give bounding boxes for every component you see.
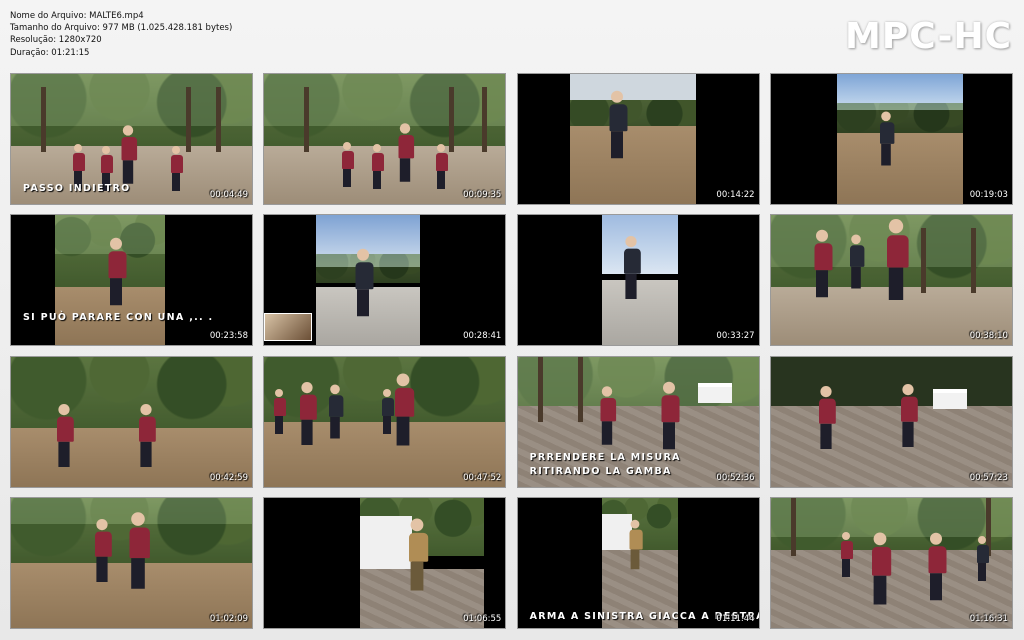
video-frame	[264, 356, 506, 487]
timestamp: 01:02:09	[209, 613, 248, 624]
timestamp: 00:14:22	[716, 190, 755, 200]
duration: Duração: 01:21:15	[10, 47, 90, 58]
timestamp: 00:23:58	[209, 331, 248, 342]
thumbnail[interactable]: SI PUÒ PARARE CON UNA ,.. . 00:23:58	[10, 214, 253, 347]
thumbnail[interactable]: ARMA A SINISTRA GIACCA A DESTRA 01:11:44	[516, 496, 760, 629]
video-frame	[569, 74, 696, 204]
thumbnail[interactable]: 00:28:41	[263, 214, 507, 347]
video-frame	[770, 215, 1012, 346]
file-name: Nome do Arquivo: MALTE6.mp4	[10, 11, 144, 21]
thumbnail[interactable]: 00:33:27	[516, 214, 760, 347]
thumbnail[interactable]: 01:02:09	[10, 496, 253, 629]
video-frame	[601, 215, 678, 346]
video-frame	[360, 497, 485, 628]
video-frame	[770, 497, 1012, 628]
video-frame	[601, 497, 678, 628]
thumbnail[interactable]: PASSO INDIETRO 00:04:49	[10, 73, 253, 205]
picture-in-picture	[264, 313, 313, 342]
thumbnail[interactable]: 00:09:35	[263, 73, 507, 205]
video-frame	[264, 74, 506, 204]
app-logo: MPC-HC	[845, 16, 1012, 57]
video-frame	[770, 356, 1012, 487]
timestamp: 01:16:31	[969, 613, 1008, 624]
thumbnail[interactable]: 00:57:23	[769, 355, 1013, 488]
thumbnail[interactable]: 01:16:31	[769, 496, 1013, 629]
timestamp: 01:11:44	[716, 613, 755, 624]
thumbnail-grid: PASSO INDIETRO 00:04:49 00:09:35 00:14:2…	[10, 73, 1013, 629]
thumbnail[interactable]: 00:42:59	[10, 355, 253, 488]
thumbnail[interactable]: 00:14:22	[516, 73, 760, 205]
thumbnail[interactable]: 00:47:52	[263, 355, 507, 488]
file-size: Tamanho do Arquivo: 977 MB (1.025.428.18…	[10, 23, 233, 34]
video-frame	[11, 497, 252, 628]
timestamp: 00:19:03	[969, 190, 1008, 200]
subtitle-caption: SI PUÒ PARARE CON UNA ,.. .	[23, 312, 214, 324]
thumbnail[interactable]: 00:38:10	[769, 214, 1013, 347]
timestamp: 00:42:59	[209, 472, 248, 483]
file-info: Nome do Arquivo: MALTE6.mp4 Tamanho do A…	[10, 10, 232, 59]
video-frame	[11, 356, 252, 487]
timestamp: 00:52:36	[716, 472, 755, 483]
timestamp: 00:47:52	[463, 472, 502, 483]
timestamp: 00:04:49	[209, 190, 248, 200]
timestamp: 00:09:35	[463, 190, 502, 200]
resolution: Resolução: 1280x720	[10, 35, 102, 46]
thumbnail[interactable]: 01:06:55	[263, 496, 507, 629]
timestamp: 01:06:55	[463, 613, 502, 624]
timestamp: 00:57:23	[969, 472, 1008, 483]
thumbnail[interactable]: 00:19:03	[769, 73, 1013, 205]
timestamp: 00:28:41	[463, 331, 502, 342]
thumbnail[interactable]: PRRENDERE LA MISURA RITIRANDO LA GAMBA 0…	[516, 355, 760, 488]
video-frame	[55, 215, 165, 346]
video-frame	[836, 74, 963, 204]
subtitle-caption: PASSO INDIETRO	[23, 183, 131, 194]
timestamp: 00:38:10	[969, 331, 1008, 342]
video-frame	[316, 215, 421, 346]
timestamp: 00:33:27	[716, 331, 755, 342]
